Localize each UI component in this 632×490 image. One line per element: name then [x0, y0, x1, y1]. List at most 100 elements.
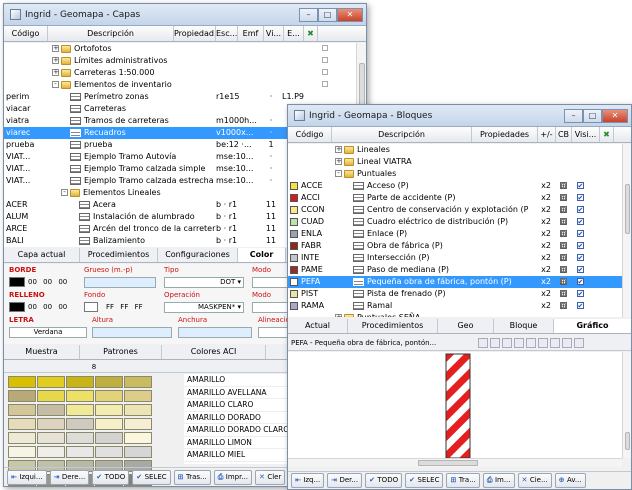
tool-icon[interactable] — [526, 337, 536, 348]
table-row[interactable]: + Carreteras 1:50.000 — [4, 67, 356, 79]
row-description[interactable]: - Puntuales — [332, 168, 528, 180]
palette-swatch[interactable] — [95, 432, 123, 444]
row-visible-checkbox[interactable]: ✔ — [572, 180, 588, 192]
row-toggle[interactable] — [554, 156, 572, 168]
palette-swatch[interactable] — [95, 390, 123, 402]
tab-capa-actual[interactable]: Capa actual — [4, 248, 80, 262]
table-row[interactable]: FABR Obra de fábrica (P) x2 ⊞ ✔ — [288, 240, 622, 252]
palette-swatch[interactable] — [37, 418, 65, 430]
row-description[interactable]: - Elementos de inventario — [48, 79, 216, 91]
tab-color[interactable]: Color — [238, 248, 286, 262]
row-description[interactable]: + Ortofotos — [48, 43, 216, 55]
table-row[interactable]: PEFA Pequeña obra de fábrica, pontón (P) x… — [288, 276, 622, 288]
bloques-titlebar[interactable]: Ingrid - Geomapa - Bloques – □ ✕ — [288, 105, 631, 127]
grueso-field[interactable] — [84, 277, 156, 288]
tool-icon[interactable] — [538, 337, 548, 348]
column-header[interactable]: Visi... — [572, 127, 600, 142]
row-description[interactable]: Carreteras — [48, 103, 216, 115]
row-visible-checkbox[interactable]: ✔ — [572, 300, 588, 312]
row-toggle[interactable] — [554, 312, 572, 317]
preview-hscrollbar[interactable] — [288, 458, 622, 467]
dere--button[interactable]: ⇥ Dere... — [49, 470, 90, 485]
palette-swatch[interactable] — [124, 404, 152, 416]
row-description[interactable]: Cuadro eléctrico de distribución (P) — [332, 216, 528, 228]
table-row[interactable]: + Puntuales SEÑA — [288, 312, 622, 317]
palette-swatch[interactable] — [124, 432, 152, 444]
maximize-button[interactable]: □ — [583, 108, 602, 123]
row-description[interactable]: Tramos de carreteras — [48, 115, 216, 127]
column-header[interactable]: Código — [4, 26, 48, 41]
row-description[interactable]: Ejemplo Tramo calzada estrecha — [48, 175, 216, 187]
row-description[interactable]: Recuadros — [48, 127, 216, 139]
palette-swatch[interactable] — [124, 376, 152, 388]
palette-swatch[interactable] — [66, 390, 94, 402]
row-description[interactable]: Pequeña obra de fábrica, pontón (P) — [332, 276, 528, 288]
row-visible-checkbox[interactable] — [322, 67, 336, 79]
row-description[interactable]: Intersección (P) — [332, 252, 528, 264]
row-visible-checkbox[interactable]: ✔ — [572, 252, 588, 264]
column-header[interactable]: Vi... — [264, 26, 284, 41]
row-visible-checkbox[interactable]: ✔ — [572, 216, 588, 228]
table-row[interactable]: ENLA Enlace (P) x2 ⊞ ✔ — [288, 228, 622, 240]
palette-swatch[interactable] — [66, 432, 94, 444]
operacion-select[interactable]: MASKPEN* ▾ — [164, 302, 244, 313]
row-description[interactable]: + Puntuales SEÑA — [332, 312, 528, 317]
table-row[interactable]: + Lineales — [288, 144, 622, 156]
row-toggle[interactable]: ⊞ — [554, 204, 572, 216]
palette-swatch[interactable] — [95, 376, 123, 388]
todo-button[interactable]: ✔ TODO — [92, 470, 130, 485]
table-row[interactable]: CUAD Cuadro eléctrico de distribución (P)… — [288, 216, 622, 228]
row-description[interactable]: Acceso (P) — [332, 180, 528, 192]
block-preview-canvas[interactable] — [288, 352, 622, 459]
column-header[interactable]: Código — [288, 127, 332, 142]
column-header[interactable]: +/- — [538, 127, 556, 142]
der--button[interactable]: ⇥ Der... — [327, 473, 363, 488]
table-row[interactable]: INTE Intersección (P) x2 ⊞ ✔ — [288, 252, 622, 264]
maximize-button[interactable]: □ — [318, 7, 337, 22]
row-description[interactable]: Parte de accidente (P) — [332, 192, 528, 204]
tra--button[interactable]: ⊞ Tra... — [446, 473, 480, 488]
row-visible-checkbox[interactable] — [322, 79, 336, 91]
palette-swatch[interactable] — [66, 446, 94, 458]
row-toggle[interactable]: ⊞ — [554, 216, 572, 228]
table-row[interactable]: perim Perímetro zonas r1e15 · L1.P9 — [4, 91, 356, 103]
row-toggle[interactable]: ⊞ — [554, 252, 572, 264]
palette-swatch[interactable] — [37, 404, 65, 416]
palette-swatch[interactable] — [124, 390, 152, 402]
impr--button[interactable]: ⎙ Impr... — [213, 470, 253, 485]
expand-icon[interactable]: + — [52, 57, 59, 64]
table-row[interactable]: ACCE Acceso (P) x2 ⊞ ✔ — [288, 180, 622, 192]
tab-colores-aci[interactable]: Colores ACI — [162, 345, 266, 359]
column-header[interactable]: CB — [556, 127, 572, 142]
row-description[interactable]: Paso de mediana (P) — [332, 264, 528, 276]
bloques-tree[interactable]: + Lineales + Lineal VIATRA - Puntuales ACCE Acc… — [288, 144, 622, 317]
row-toggle[interactable] — [554, 144, 572, 156]
table-row[interactable]: + Límites administrativos — [4, 55, 356, 67]
palette-swatch[interactable] — [8, 404, 36, 416]
column-header[interactable]: Descripción — [48, 26, 174, 41]
close-button[interactable]: ✕ — [337, 7, 363, 22]
tool-icon[interactable] — [478, 337, 488, 348]
table-row[interactable]: RAMA Ramal x2 ⊞ ✔ — [288, 300, 622, 312]
row-visible-checkbox[interactable]: ✔ — [572, 288, 588, 300]
tool-icon[interactable] — [562, 337, 572, 348]
palette-swatch[interactable] — [37, 390, 65, 402]
row-toggle[interactable]: ⊞ — [554, 288, 572, 300]
tab-configuraciones[interactable]: Configuraciones — [158, 248, 238, 262]
tab-bloque[interactable]: Bloque — [494, 319, 554, 333]
row-toggle[interactable]: ⊞ — [554, 192, 572, 204]
row-description[interactable]: Pista de frenado (P) — [332, 288, 528, 300]
palette-swatch[interactable] — [66, 376, 94, 388]
row-description[interactable]: + Lineales — [332, 144, 528, 156]
tab-gr-fico[interactable]: Gráfico — [554, 319, 631, 333]
row-toggle[interactable]: ⊞ — [554, 264, 572, 276]
row-description[interactable]: Ramal — [332, 300, 528, 312]
row-description[interactable]: Centro de conservación y explotación (P) — [332, 204, 528, 216]
tool-icon[interactable] — [490, 337, 500, 348]
tab-procedimientos[interactable]: Procedimientos — [80, 248, 158, 262]
palette-swatch[interactable] — [66, 404, 94, 416]
row-visible-checkbox[interactable]: ✔ — [572, 228, 588, 240]
column-header[interactable]: Esc... — [216, 26, 238, 41]
av--button[interactable]: ⊕ Av... — [554, 473, 586, 488]
row-toggle[interactable]: ⊞ — [554, 228, 572, 240]
